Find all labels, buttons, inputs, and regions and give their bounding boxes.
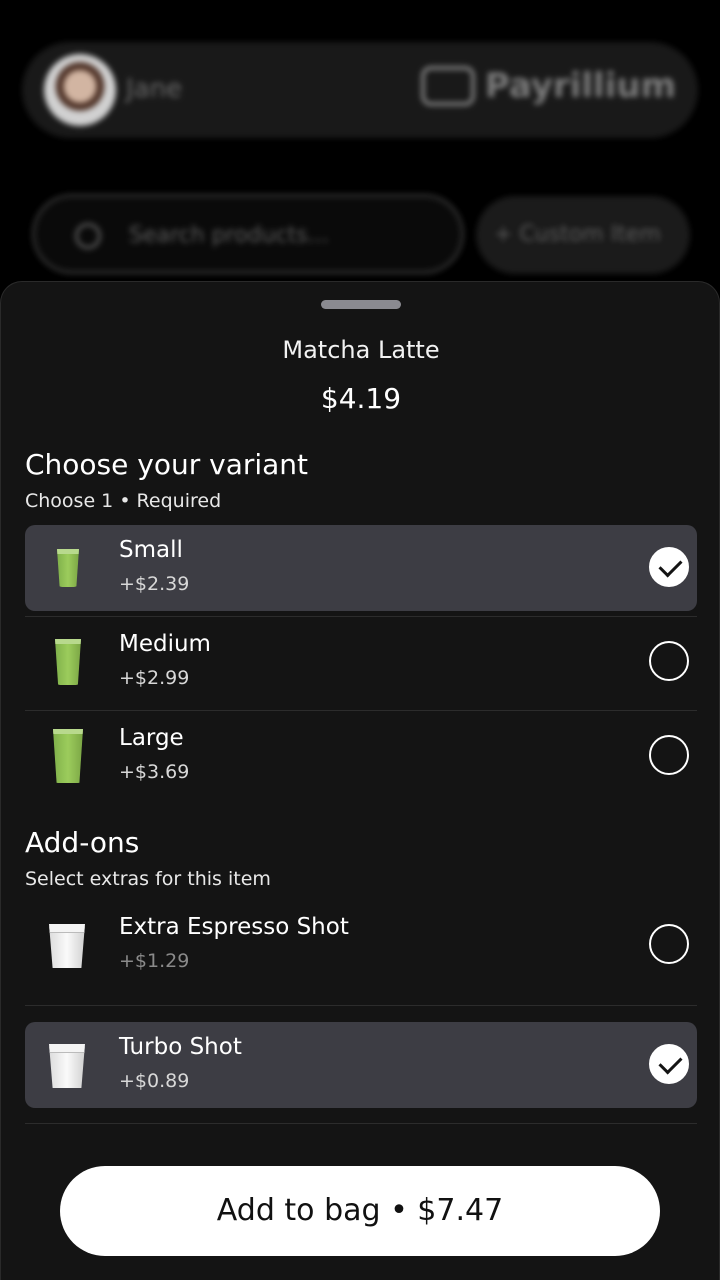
espresso-cup-icon bbox=[49, 924, 85, 968]
checkbox-icon[interactable] bbox=[649, 924, 689, 964]
brand-logo: Payrillium bbox=[420, 66, 676, 106]
divider bbox=[25, 1005, 697, 1006]
divider bbox=[25, 710, 697, 711]
variant-section-title: Choose your variant bbox=[25, 448, 309, 481]
variant-price: +$2.39 bbox=[119, 573, 190, 595]
addon-option-extra-espresso[interactable]: Extra Espresso Shot +$1.29 bbox=[25, 902, 697, 988]
shot-cup-icon bbox=[49, 1044, 85, 1088]
search-bar: Search products... bbox=[32, 194, 464, 274]
checkmark-icon[interactable] bbox=[649, 1044, 689, 1084]
divider bbox=[25, 616, 697, 617]
top-bar: Jane Payrillium bbox=[22, 42, 698, 138]
background-app: Jane Payrillium Search products... + Cus… bbox=[0, 0, 720, 300]
addon-label: Turbo Shot bbox=[119, 1034, 242, 1060]
product-price: $4.19 bbox=[320, 382, 402, 415]
addons-section-subtitle: Select extras for this item bbox=[25, 868, 271, 890]
addon-label: Extra Espresso Shot bbox=[119, 914, 349, 940]
matcha-cup-large-icon bbox=[53, 729, 83, 783]
variant-section-subtitle: Choose 1 • Required bbox=[25, 490, 222, 512]
variant-label: Large bbox=[119, 725, 184, 751]
card-icon bbox=[420, 66, 475, 106]
radio-icon[interactable] bbox=[649, 641, 689, 681]
checkmark-icon[interactable] bbox=[649, 547, 689, 587]
variant-option-small[interactable]: Small +$2.39 bbox=[25, 525, 697, 611]
matcha-cup-small-icon bbox=[57, 549, 79, 587]
addons-section-title: Add-ons bbox=[25, 826, 140, 859]
search-icon bbox=[75, 223, 101, 249]
addon-price: +$0.89 bbox=[119, 1070, 190, 1092]
add-to-bag-button[interactable]: Add to bag • $7.47 bbox=[60, 1166, 660, 1256]
variant-label: Small bbox=[119, 537, 183, 563]
variant-option-medium[interactable]: Medium +$2.99 bbox=[25, 619, 697, 705]
avatar bbox=[44, 54, 116, 126]
sheet-drag-handle[interactable] bbox=[321, 300, 401, 309]
radio-icon[interactable] bbox=[649, 735, 689, 775]
addon-price: +$1.29 bbox=[119, 950, 190, 972]
brand-name: Payrillium bbox=[484, 66, 676, 106]
product-options-sheet: Matcha Latte $4.19 Choose your variant C… bbox=[0, 281, 720, 1280]
matcha-cup-medium-icon bbox=[55, 639, 81, 685]
user-name: Jane bbox=[126, 74, 183, 104]
custom-item-button: + Custom Item bbox=[476, 196, 690, 274]
search-placeholder: Search products... bbox=[129, 223, 329, 248]
product-name: Matcha Latte bbox=[282, 336, 440, 364]
variant-price: +$3.69 bbox=[119, 761, 190, 783]
variant-label: Medium bbox=[119, 631, 211, 657]
addon-option-turbo-shot[interactable]: Turbo Shot +$0.89 bbox=[25, 1022, 697, 1108]
variant-option-large[interactable]: Large +$3.69 bbox=[25, 713, 697, 799]
divider bbox=[25, 1123, 697, 1124]
variant-price: +$2.99 bbox=[119, 667, 190, 689]
